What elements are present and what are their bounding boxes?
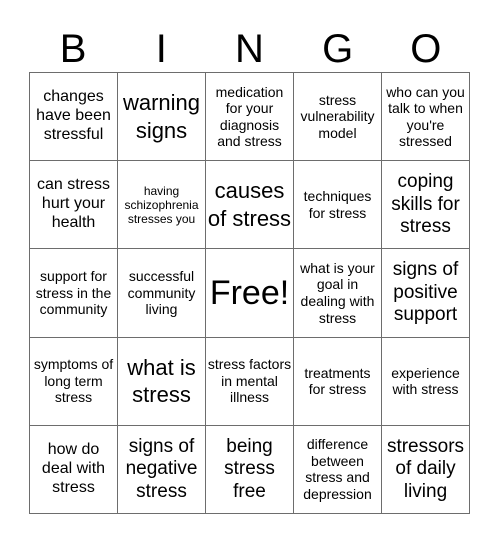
bingo-cell[interactable]: having schizophrenia stresses you bbox=[118, 161, 206, 250]
bingo-cell[interactable]: what is stress bbox=[118, 337, 206, 426]
bingo-cell[interactable]: causes of stress bbox=[206, 161, 294, 250]
bingo-cell[interactable]: experience with stress bbox=[382, 337, 470, 426]
bingo-cell[interactable]: signs of positive support bbox=[382, 249, 470, 338]
bingo-cell-text: signs of positive support bbox=[392, 259, 459, 326]
bingo-cell-text: experience with stress bbox=[391, 364, 460, 398]
bingo-cell-text: support for stress in the community bbox=[35, 268, 112, 318]
bingo-cell-text: can stress hurt your health bbox=[37, 176, 110, 232]
bingo-cell[interactable]: difference between stress and depression bbox=[294, 425, 382, 514]
bingo-cell[interactable]: coping skills for stress bbox=[382, 161, 470, 250]
bingo-cell[interactable]: who can you talk to when you're stressed bbox=[382, 73, 470, 162]
bingo-cell[interactable]: being stress free bbox=[206, 425, 294, 514]
bingo-cell-text: what is stress bbox=[127, 354, 196, 408]
bingo-cell[interactable]: how do deal with stress bbox=[30, 425, 118, 514]
bingo-cell[interactable]: medication for your diagnosis and stress bbox=[206, 73, 294, 162]
bingo-cell[interactable]: what is your goal in dealing with stress bbox=[294, 249, 382, 338]
bingo-cell[interactable]: stress vulnerability model bbox=[294, 73, 382, 162]
bingo-cell[interactable]: stress factors in mental illness bbox=[206, 337, 294, 426]
bingo-cell[interactable]: warning signs bbox=[118, 73, 206, 162]
bingo-cell-text: warning signs bbox=[122, 90, 201, 143]
bingo-cell-text: causes of stress bbox=[207, 178, 292, 231]
bingo-cell-text: how do deal with stress bbox=[41, 441, 106, 496]
header-letter-n: N bbox=[235, 27, 264, 71]
bingo-cell-text: Free! bbox=[209, 273, 290, 312]
bingo-cell[interactable]: stressors of daily living bbox=[382, 425, 470, 514]
bingo-cell-text: who can you talk to when you're stressed bbox=[386, 83, 465, 150]
bingo-cell-text: techniques for stress bbox=[303, 188, 372, 221]
bingo-cell-text: treatments for stress bbox=[304, 364, 371, 398]
bingo-cell[interactable]: techniques for stress bbox=[294, 161, 382, 250]
header-letter-g: G bbox=[322, 27, 354, 71]
bingo-header: B I N G O bbox=[29, 26, 470, 72]
header-letter-o: O bbox=[410, 27, 442, 71]
bingo-cell-text: difference between stress and depression bbox=[303, 436, 372, 502]
header-letter-i: I bbox=[155, 27, 167, 71]
bingo-cell-text: changes have been stressful bbox=[36, 88, 111, 144]
bingo-cell-text: having schizophrenia stresses you bbox=[124, 183, 199, 226]
bingo-cell[interactable]: signs of negative stress bbox=[118, 425, 206, 514]
bingo-cell-text: what is your goal in dealing with stress bbox=[300, 259, 375, 326]
bingo-cell[interactable]: changes have been stressful bbox=[30, 73, 118, 162]
bingo-cell[interactable]: successful community living bbox=[118, 249, 206, 338]
bingo-board: changes have been stressful warning signs… bbox=[29, 72, 470, 514]
bingo-cell[interactable]: support for stress in the community bbox=[30, 249, 118, 338]
bingo-cell[interactable]: can stress hurt your health bbox=[30, 161, 118, 250]
free-space-cell[interactable]: Free! bbox=[206, 249, 294, 338]
bingo-cell-text: successful community living bbox=[127, 268, 196, 318]
bingo-cell-text: stress factors in mental illness bbox=[207, 356, 292, 406]
bingo-cell[interactable]: treatments for stress bbox=[294, 337, 382, 426]
bingo-cell-text: being stress free bbox=[224, 435, 275, 502]
bingo-cell-text: stress vulnerability model bbox=[300, 91, 375, 141]
bingo-cell-text: symptoms of long term stress bbox=[33, 356, 114, 406]
bingo-cell-text: medication for your diagnosis and stress bbox=[215, 83, 284, 150]
bingo-cell-text: coping skills for stress bbox=[391, 171, 460, 237]
bingo-cell[interactable]: symptoms of long term stress bbox=[30, 337, 118, 426]
header-letter-b: B bbox=[59, 27, 87, 71]
bingo-cell-text: stressors of daily living bbox=[386, 435, 465, 502]
bingo-cell-text: signs of negative stress bbox=[125, 435, 198, 502]
